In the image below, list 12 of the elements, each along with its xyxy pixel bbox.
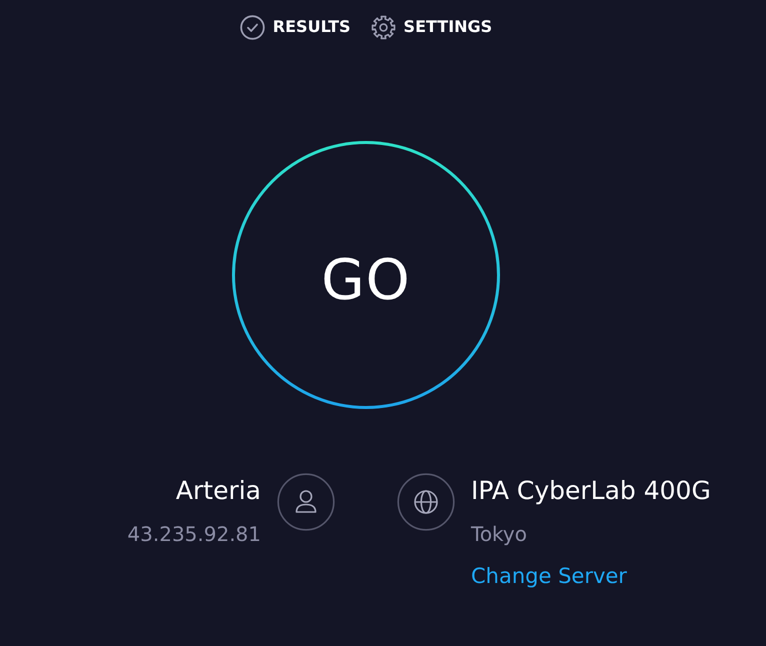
provider-name: Arteria: [176, 475, 261, 507]
globe-icon: [397, 473, 455, 531]
change-server-link[interactable]: Change Server: [471, 562, 627, 590]
go-button[interactable]: GO: [232, 141, 500, 409]
nav-button[interactable]: SETTINGS: [370, 14, 492, 40]
gear-icon: [370, 14, 396, 40]
server-name: IPA CyberLab 400G: [471, 475, 711, 507]
ip-address: 43.235.92.81: [127, 521, 261, 548]
nav-button[interactable]: RESULTS: [240, 14, 351, 40]
person-icon: [277, 473, 335, 531]
check-circle-icon: [240, 14, 265, 40]
server-location: Tokyo: [471, 521, 527, 548]
